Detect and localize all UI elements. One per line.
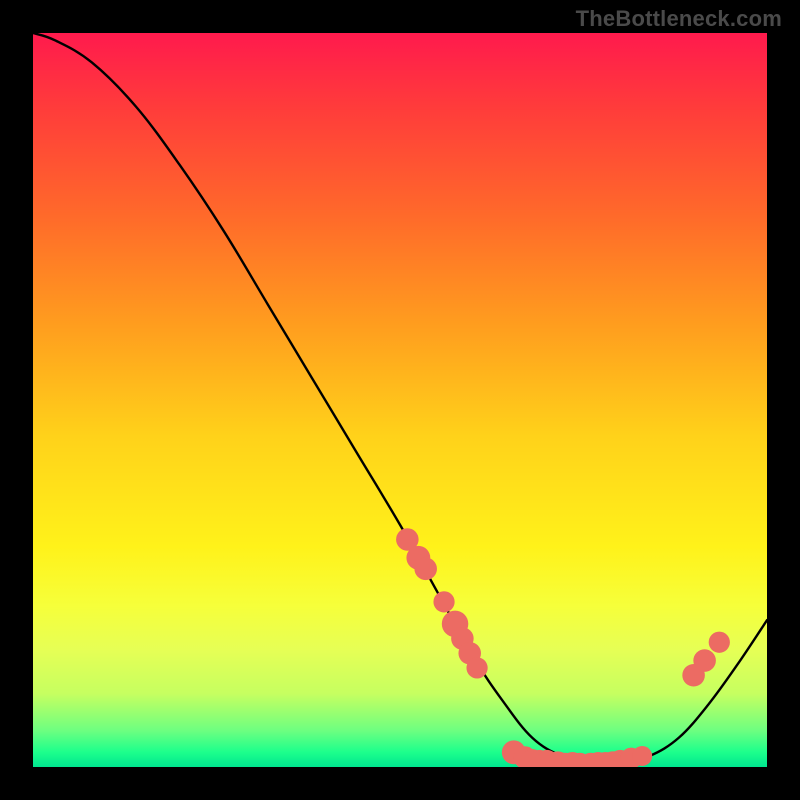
data-marker xyxy=(433,591,454,612)
data-marker xyxy=(709,632,730,653)
data-marker xyxy=(693,649,716,672)
data-marker xyxy=(466,657,487,678)
chart-overlay xyxy=(33,33,767,767)
data-marker xyxy=(414,558,437,581)
data-markers xyxy=(396,528,730,767)
watermark-text: TheBottleneck.com xyxy=(576,6,782,32)
bottleneck-curve-path xyxy=(33,33,767,764)
data-marker xyxy=(632,746,652,766)
